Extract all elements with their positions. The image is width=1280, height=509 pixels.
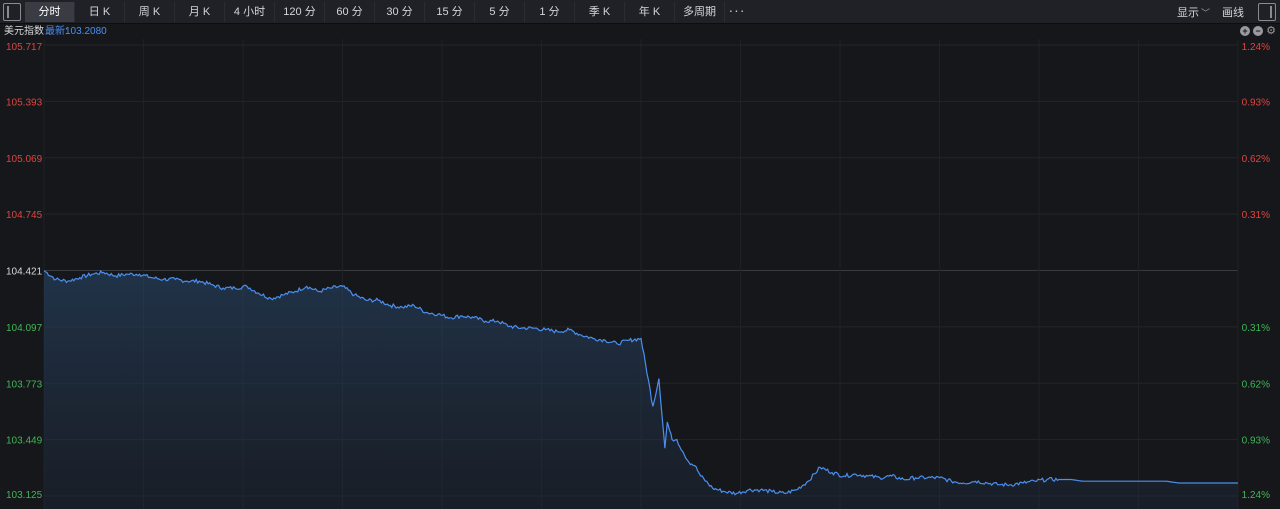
y-tick-label: 105.717 bbox=[6, 42, 43, 53]
y-percent-label: 1.24% bbox=[1242, 490, 1270, 501]
y-tick-label: 105.069 bbox=[6, 154, 43, 165]
period-tabs: 分时日 K周 K月 K4 小时 120 分 60 分 30 分 15 分5 分1 分季 … bbox=[25, 1, 725, 23]
y-tick-label: 103.773 bbox=[6, 379, 43, 390]
y-tick-label: 104.421 bbox=[6, 267, 43, 278]
tab-6[interactable]: 60 分 bbox=[325, 1, 375, 22]
chevron-down-icon: ﹀ bbox=[1200, 7, 1210, 18]
y-percent-label: 0.62% bbox=[1242, 154, 1270, 165]
tab-1[interactable]: 日 K bbox=[75, 1, 125, 22]
tab-0[interactable]: 分时 bbox=[25, 1, 75, 22]
tab-3[interactable]: 月 K bbox=[175, 1, 225, 22]
tab-5[interactable]: 120 分 bbox=[275, 1, 325, 22]
display-menu-button[interactable]: 显示 ﹀ bbox=[1171, 4, 1216, 20]
gear-icon[interactable]: ⚙ bbox=[1266, 26, 1276, 37]
y-tick-label: 104.745 bbox=[6, 210, 43, 221]
chart-controls: + − ⚙ bbox=[1240, 26, 1276, 37]
y-percent-label: 0.31% bbox=[1242, 323, 1270, 334]
y-percent-label: 1.24% bbox=[1242, 42, 1270, 53]
tab-9[interactable]: 5 分 bbox=[475, 1, 525, 22]
y-tick-label: 103.449 bbox=[6, 436, 43, 447]
toolbar-right: 显示 ﹀ 画线 bbox=[1171, 2, 1280, 21]
tab-12[interactable]: 年 K bbox=[625, 1, 675, 22]
draw-line-button[interactable]: 画线 bbox=[1216, 4, 1250, 20]
tab-7[interactable]: 30 分 bbox=[375, 1, 425, 22]
tab-2[interactable]: 周 K bbox=[125, 1, 175, 22]
tab-11[interactable]: 季 K bbox=[575, 1, 625, 22]
chart-header: 美元指数 最新: 103.2080 + − ⚙ bbox=[0, 24, 1280, 39]
y-tick-label: 105.393 bbox=[6, 97, 43, 108]
display-label: 显示 bbox=[1176, 6, 1199, 19]
latest-value: 103.2080 bbox=[65, 26, 107, 37]
more-icon[interactable]: ··· bbox=[725, 2, 749, 22]
y-tick-label: 104.097 bbox=[6, 323, 43, 334]
tab-8[interactable]: 15 分 bbox=[425, 1, 475, 22]
y-tick-label: 103.125 bbox=[6, 490, 43, 501]
price-chart[interactable]: 105.717 1.24% 105.393 0.93% 105.069 0.62% 104.… bbox=[0, 39, 1280, 509]
tab-4[interactable]: 4 小时 bbox=[225, 1, 275, 22]
zoom-out-icon[interactable]: − bbox=[1253, 26, 1263, 36]
y-percent-label: 0.93% bbox=[1242, 97, 1270, 108]
right-panel-toggle-icon[interactable] bbox=[1258, 2, 1276, 21]
y-percent-label: 0.31% bbox=[1242, 210, 1270, 221]
y-percent-label: 0.93% bbox=[1242, 436, 1270, 447]
tab-13[interactable]: 多周期 bbox=[675, 1, 725, 22]
zoom-in-icon[interactable]: + bbox=[1240, 26, 1250, 36]
left-panel-toggle-icon[interactable] bbox=[3, 2, 21, 21]
toolbar: 分时日 K周 K月 K4 小时 120 分 60 分 30 分 15 分5 分1 分季 … bbox=[0, 0, 1280, 24]
tab-10[interactable]: 1 分 bbox=[525, 1, 575, 22]
index-name: 美元指数 bbox=[4, 26, 44, 37]
y-percent-label: 0.62% bbox=[1242, 379, 1270, 390]
